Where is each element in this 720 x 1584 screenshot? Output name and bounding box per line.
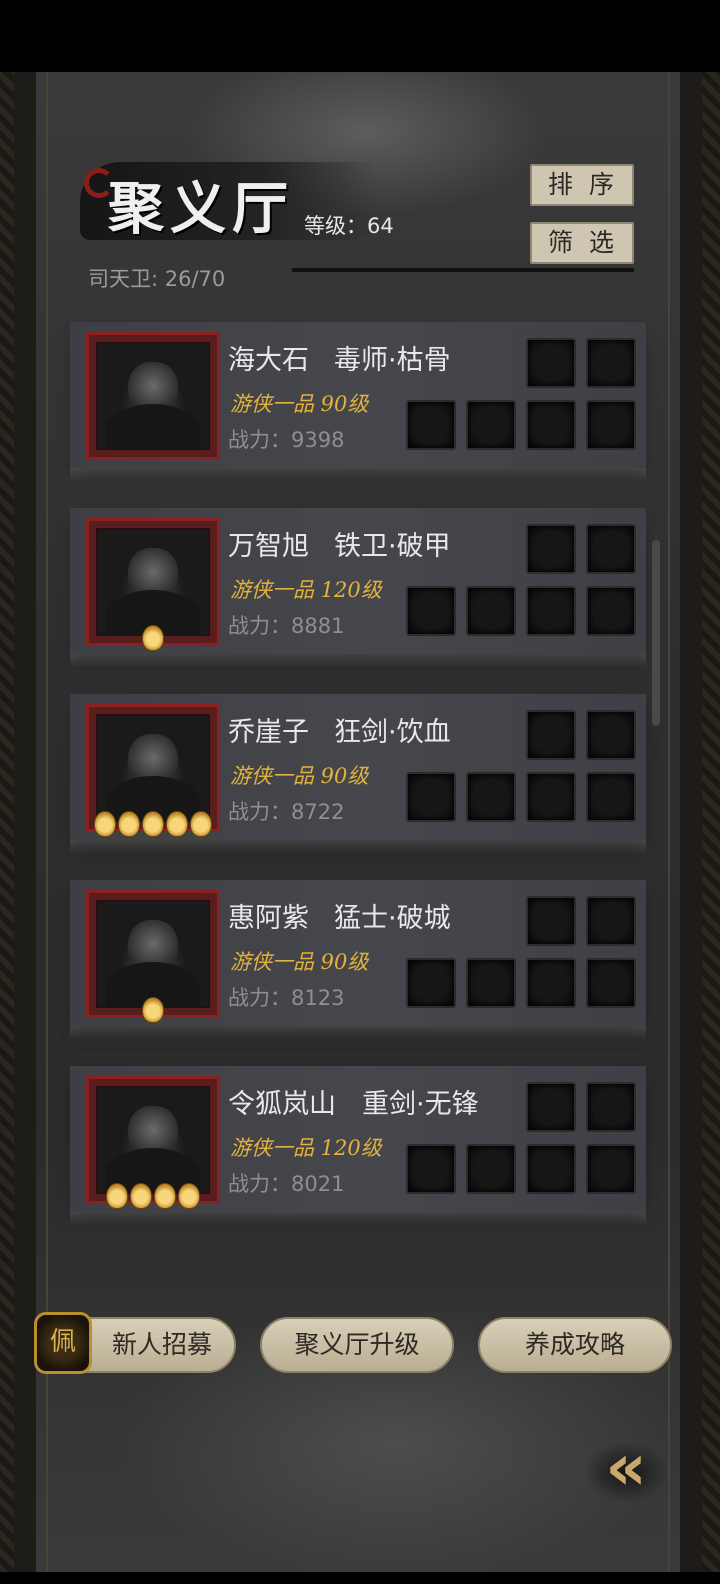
- hero-portrait[interactable]: [86, 518, 220, 651]
- equipment-slot[interactable]: [526, 896, 576, 946]
- hero-portrait[interactable]: [86, 890, 220, 1023]
- hero-card[interactable]: 海大石 毒师·枯骨 游侠一品 90级 战力：9398: [70, 322, 646, 482]
- hero-class: 毒师·枯骨: [334, 345, 451, 376]
- hall-upgrade-button[interactable]: 聚义厅升级: [260, 1317, 454, 1373]
- hero-class: 狂剑·饮血: [334, 717, 451, 748]
- hero-name: 惠阿紫: [228, 903, 309, 934]
- equipment-slot[interactable]: [526, 958, 576, 1008]
- hall-level-value: 64: [367, 214, 394, 238]
- equipment-slot[interactable]: [526, 710, 576, 760]
- hero-card[interactable]: 乔崖子 狂剑·饮血 游侠一品 90级 战力：8722: [70, 694, 646, 854]
- growth-guide-button[interactable]: 养成攻略: [478, 1317, 672, 1373]
- guard-count: 司天卫: 26/70: [88, 267, 226, 291]
- equipment-slot[interactable]: [526, 1144, 576, 1194]
- hero-power: 战力：9398: [228, 428, 345, 452]
- hero-portrait[interactable]: [86, 704, 220, 837]
- hero-name: 万智旭: [228, 531, 309, 562]
- hero-rank: 游侠一品 90级: [230, 392, 369, 416]
- equipment-slot[interactable]: [526, 400, 576, 450]
- equipment-slot[interactable]: [526, 1082, 576, 1132]
- equipment-slot[interactable]: [586, 958, 636, 1008]
- equipment-slot[interactable]: [526, 586, 576, 636]
- scrollbar[interactable]: [652, 540, 660, 726]
- hero-portrait[interactable]: [86, 1076, 220, 1209]
- star-icon: [178, 1183, 200, 1209]
- equipment-slot[interactable]: [586, 772, 636, 822]
- equipment-slot[interactable]: [526, 338, 576, 388]
- filter-button[interactable]: 筛选: [530, 222, 634, 264]
- equipment-slot[interactable]: [586, 1082, 636, 1132]
- equipment-slot[interactable]: [406, 586, 456, 636]
- hall-level-label: 等级：: [304, 214, 367, 238]
- equipment-slot[interactable]: [586, 710, 636, 760]
- star-row: [89, 811, 217, 841]
- equipment-slot[interactable]: [526, 524, 576, 574]
- page-title: 聚义厅: [108, 176, 294, 242]
- star-row: [89, 997, 217, 1027]
- star-icon: [106, 1183, 128, 1209]
- hero-rank: 游侠一品 120级: [230, 1136, 382, 1160]
- hero-name: 海大石: [228, 345, 309, 376]
- hero-class: 铁卫·破甲: [334, 531, 451, 562]
- equipment-slot[interactable]: [586, 338, 636, 388]
- hero-class: 猛士·破城: [334, 903, 451, 934]
- hall-level: 等级：64: [304, 210, 394, 240]
- equipment-slot[interactable]: [466, 958, 516, 1008]
- star-icon: [130, 1183, 152, 1209]
- equipment-slot[interactable]: [466, 772, 516, 822]
- hero-power: 战力：8881: [228, 614, 345, 638]
- hero-avatar: [96, 342, 210, 450]
- hero-power: 战力：8021: [228, 1172, 345, 1196]
- hero-card[interactable]: 万智旭 铁卫·破甲 游侠一品 120级 战力：8881: [70, 508, 646, 668]
- title-divider: [292, 268, 634, 272]
- hero-card[interactable]: 惠阿紫 猛士·破城 游侠一品 90级 战力：8123: [70, 880, 646, 1040]
- star-row: [89, 1183, 217, 1213]
- equipment-slot[interactable]: [466, 1144, 516, 1194]
- hero-name: 乔崖子: [228, 717, 309, 748]
- hero-avatar: [96, 528, 210, 636]
- equipment-slot[interactable]: [406, 400, 456, 450]
- hero-rank: 游侠一品 90级: [230, 764, 369, 788]
- sort-button[interactable]: 排序: [530, 164, 634, 206]
- star-icon: [118, 811, 140, 837]
- equipment-slot[interactable]: [586, 524, 636, 574]
- equipment-slot[interactable]: [406, 958, 456, 1008]
- hero-power: 战力：8123: [228, 986, 345, 1010]
- equipment-slot[interactable]: [466, 586, 516, 636]
- hero-card[interactable]: 令狐岚山 重剑·无锋 游侠一品 120级 战力：8021: [70, 1066, 646, 1226]
- hero-avatar: [96, 714, 210, 822]
- equipment-slot[interactable]: [586, 1144, 636, 1194]
- hero-avatar: [96, 900, 210, 1008]
- star-icon: [154, 1183, 176, 1209]
- hero-name: 令狐岚山: [228, 1089, 336, 1120]
- equipment-slot[interactable]: [586, 586, 636, 636]
- star-icon: [94, 811, 116, 837]
- star-icon: [142, 811, 164, 837]
- hero-power: 战力：8722: [228, 800, 345, 824]
- hero-avatar: [96, 1086, 210, 1194]
- hero-rank: 游侠一品 90级: [230, 950, 369, 974]
- status-bar-area: [0, 0, 720, 72]
- equipment-slot[interactable]: [586, 400, 636, 450]
- hero-class: 重剑·无锋: [362, 1089, 479, 1120]
- star-icon: [166, 811, 188, 837]
- hero-portrait[interactable]: [86, 332, 220, 460]
- back-button[interactable]: «: [576, 1426, 676, 1510]
- recruit-token-icon[interactable]: 佩: [34, 1312, 92, 1374]
- star-row: [89, 625, 217, 655]
- star-icon: [142, 625, 164, 651]
- star-icon: [190, 811, 212, 837]
- equipment-slot[interactable]: [406, 772, 456, 822]
- star-icon: [142, 997, 164, 1023]
- equipment-slot[interactable]: [466, 400, 516, 450]
- hero-rank: 游侠一品 120级: [230, 578, 382, 602]
- equipment-slot[interactable]: [586, 896, 636, 946]
- equipment-slot[interactable]: [406, 1144, 456, 1194]
- equipment-slot[interactable]: [526, 772, 576, 822]
